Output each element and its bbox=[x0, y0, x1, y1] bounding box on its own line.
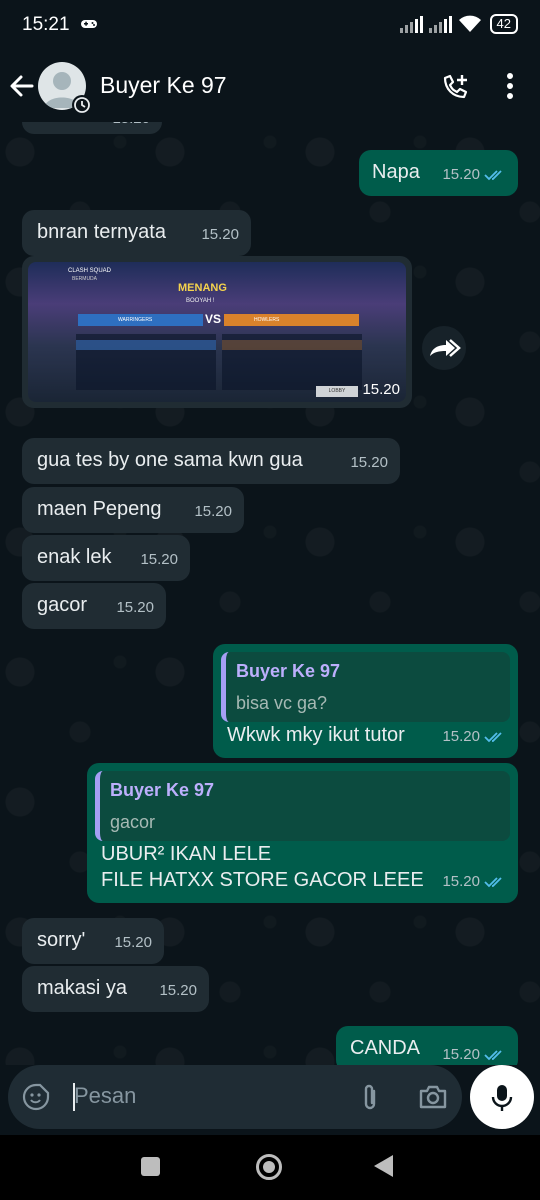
read-ticks-icon bbox=[484, 732, 502, 743]
message-time: 15.20 bbox=[201, 226, 239, 243]
image-text-mode: CLASH SQUAD bbox=[68, 268, 112, 274]
message-time: 15.20 bbox=[140, 551, 178, 568]
message-bubble-incoming[interactable]: bnran ternyata 15.20 bbox=[22, 210, 251, 256]
system-navigation-bar bbox=[0, 1135, 540, 1200]
more-options-icon[interactable] bbox=[506, 72, 514, 105]
message-meta: 15.20 bbox=[442, 869, 506, 895]
quoted-sender: Buyer Ke 97 bbox=[236, 661, 341, 681]
home-icon[interactable] bbox=[256, 1154, 282, 1180]
message-text: maen Pepeng bbox=[37, 498, 162, 520]
message-bubble-incoming[interactable]: sorry' 15.20 bbox=[22, 918, 164, 964]
gamepad-icon bbox=[80, 17, 98, 35]
message-bubble-outgoing[interactable]: CANDA 15.20 bbox=[336, 1026, 518, 1065]
back-arrow-icon[interactable] bbox=[8, 72, 36, 105]
status-time: 15:21 bbox=[22, 14, 70, 35]
team-right-table bbox=[222, 334, 362, 390]
quoted-message[interactable]: Buyer Ke 97 bisa vc ga? bbox=[221, 652, 510, 722]
signal-icon-2 bbox=[428, 15, 452, 33]
message-time: 15.20 bbox=[114, 934, 152, 951]
team-left-table bbox=[76, 334, 216, 390]
message-time: 15.20 bbox=[442, 166, 480, 183]
message-input-placeholder[interactable]: Pesan bbox=[74, 1083, 136, 1109]
status-badge-icon bbox=[72, 95, 92, 115]
team-right-bar: HOWLERS bbox=[224, 314, 359, 326]
message-text: Wkwk mky ikut tutor bbox=[227, 724, 405, 746]
team-left-bar: WARRINGERS bbox=[78, 314, 203, 326]
message-input[interactable]: Pesan bbox=[8, 1065, 462, 1129]
message-bubble-incoming[interactable]: enak lek 15.20 bbox=[22, 535, 190, 581]
wifi-icon bbox=[458, 15, 481, 32]
forward-icon bbox=[430, 339, 461, 357]
message-time: 15.20 bbox=[116, 599, 154, 616]
quoted-text: bisa vc ga? bbox=[236, 693, 328, 713]
chat-area[interactable]: 15.20 Napa 15.20 bnran ternyata 15.20 CL… bbox=[0, 122, 540, 1065]
add-call-icon[interactable] bbox=[440, 72, 470, 107]
message-text: gua tes by one sama kwn gua bbox=[37, 449, 303, 471]
quoted-text: gacor bbox=[110, 812, 156, 832]
camera-icon[interactable] bbox=[418, 1083, 448, 1116]
message-meta: 15.20 bbox=[442, 162, 506, 188]
message-time: 15.20 bbox=[362, 381, 400, 398]
message-bubble-incoming[interactable]: maen Pepeng 15.20 bbox=[22, 487, 244, 533]
forward-button[interactable] bbox=[422, 326, 466, 370]
message-meta: 15.20 bbox=[442, 1042, 506, 1065]
quoted-sender: Buyer Ke 97 bbox=[110, 780, 215, 800]
game-screenshot-image[interactable]: CLASH SQUAD BERMUDA MENANG BOOYAH ! WARR… bbox=[28, 262, 406, 402]
message-line: FILE HATXX STORE GACOR LEEE bbox=[101, 869, 424, 891]
message-time: 15.20 bbox=[112, 122, 150, 132]
sticker-emoji-icon[interactable] bbox=[22, 1083, 50, 1116]
message-time: 15.20 bbox=[159, 982, 197, 999]
microphone-icon bbox=[491, 1085, 513, 1111]
reply-message-bubble[interactable]: Buyer Ke 97 gacor UBUR² IKAN LELE FILE H… bbox=[87, 763, 518, 903]
message-bubble-outgoing[interactable]: Napa 15.20 bbox=[359, 150, 518, 196]
message-text: makasi ya bbox=[37, 977, 128, 999]
voice-record-button[interactable] bbox=[470, 1065, 534, 1129]
image-message[interactable]: CLASH SQUAD BERMUDA MENANG BOOYAH ! WARR… bbox=[22, 256, 412, 408]
quoted-message[interactable]: Buyer Ke 97 gacor bbox=[95, 771, 510, 841]
message-text: gacor bbox=[37, 594, 88, 616]
message-time: 15.20 bbox=[194, 503, 232, 520]
status-bar: 15:21 42 bbox=[0, 0, 540, 50]
message-time: 15.20 bbox=[442, 1046, 480, 1063]
message-text: enak lek bbox=[37, 546, 112, 568]
contact-name[interactable]: Buyer Ke 97 bbox=[100, 72, 227, 99]
message-text: sorry' bbox=[37, 929, 86, 951]
image-text-map: BERMUDA bbox=[72, 276, 98, 282]
image-text-result: MENANG bbox=[178, 282, 227, 294]
message-text: bnran ternyata bbox=[37, 221, 166, 243]
signal-icon bbox=[399, 15, 423, 33]
read-ticks-icon bbox=[484, 877, 502, 888]
message-text: CANDA bbox=[350, 1037, 421, 1059]
chat-header: Buyer Ke 97 bbox=[0, 50, 540, 122]
message-meta: 15.20 bbox=[442, 724, 506, 750]
attach-paperclip-icon[interactable] bbox=[358, 1083, 382, 1118]
message-time: 15.20 bbox=[350, 454, 388, 471]
message-text: UBUR² IKAN LELE FILE HATXX STORE GACOR L… bbox=[101, 841, 424, 893]
battery-icon: 42 bbox=[489, 14, 518, 34]
message-bubble-incoming[interactable]: gacor 15.20 bbox=[22, 583, 166, 629]
message-bubble-incoming[interactable]: makasi ya 15.20 bbox=[22, 966, 209, 1012]
message-line: UBUR² IKAN LELE bbox=[101, 843, 272, 865]
message-time: 15.20 bbox=[442, 728, 480, 745]
image-text-vs: VS bbox=[205, 312, 222, 326]
message-bubble-incoming[interactable]: gua tes by one sama kwn gua 15.20 bbox=[22, 438, 400, 484]
back-nav-icon[interactable] bbox=[374, 1155, 393, 1177]
image-text-booyah: BOOYAH ! bbox=[186, 298, 215, 304]
message-time: 15.20 bbox=[442, 873, 480, 890]
read-ticks-icon bbox=[484, 170, 502, 181]
reply-message-bubble[interactable]: Buyer Ke 97 bisa vc ga? Wkwk mky ikut tu… bbox=[213, 644, 518, 758]
message-bubble-partial[interactable]: 15.20 bbox=[22, 122, 162, 134]
image-lobby-button: LOBBY bbox=[316, 386, 358, 397]
read-ticks-icon bbox=[484, 1050, 502, 1061]
message-text: Napa bbox=[372, 161, 420, 183]
composer-bar: Pesan bbox=[0, 1065, 540, 1135]
recent-apps-icon[interactable] bbox=[141, 1157, 160, 1176]
